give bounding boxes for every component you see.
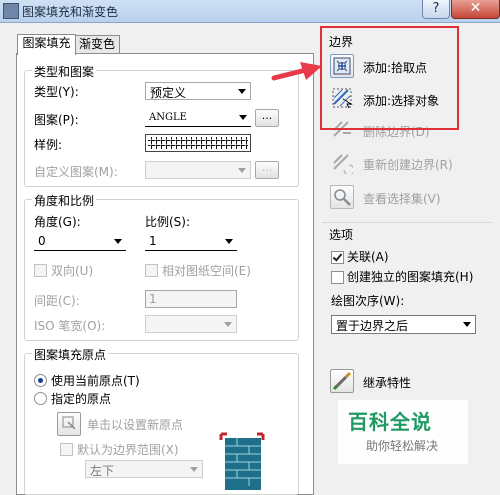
extent-position-select[interactable]: 左下 [85,460,203,478]
custom-pattern-label: 自定义图案(M): [34,165,118,179]
chevron-down-icon [225,239,233,244]
type-select[interactable]: 预定义 [145,82,251,100]
angle-scale-group-title: 角度和比例 [32,192,97,209]
associative-checkbox[interactable] [331,251,344,264]
iso-pen-width-label: ISO 笔宽(O): [34,319,106,333]
recreate-boundary-label[interactable]: 重新创建边界(R) [363,156,453,173]
recreate-boundary-icon [333,154,355,176]
use-current-origin-radio[interactable] [34,374,47,387]
watermark-title: 百科全说 [348,410,432,434]
recreate-boundary-button[interactable] [330,151,355,176]
pattern-label: 图案(P): [34,113,79,127]
draw-order-label: 绘图次序(W): [331,294,405,308]
custom-pattern-select[interactable] [145,161,251,179]
watermark: 百科全说 助你轻松解决 [338,400,468,464]
scale-label: 比例(S): [145,215,191,229]
origin-group: 图案填充原点 使用当前原点(T) 指定的原点 单击以设置新原点 默认为边界范围(… [24,346,299,495]
angle-label: 角度(G): [34,215,81,229]
scale-select-value: 1 [149,234,157,248]
close-button[interactable]: ✕ [451,0,500,19]
chevron-down-icon [463,322,471,327]
set-origin-button[interactable] [57,412,81,436]
type-select-value: 预定义 [150,86,187,100]
pattern-swatch[interactable] [145,134,251,152]
magnifier-icon [334,189,351,206]
angle-scale-group: 角度和比例 角度(G): 0 比例(S): 1 双向(U) 相对图纸空间(E) … [24,192,299,341]
type-pattern-group-title: 类型和图案 [32,63,97,80]
divider [322,222,492,223]
specified-origin-radio[interactable] [34,392,47,405]
tab-gradient[interactable]: 渐变色 [74,35,120,54]
chevron-down-icon [190,467,198,472]
angle-select[interactable]: 0 [34,233,126,251]
window-title: 图案填充和渐变色 [22,5,119,19]
scale-select[interactable]: 1 [145,233,237,251]
relative-paperspace-checkbox[interactable] [145,264,158,277]
draw-order-value: 置于边界之后 [336,319,409,333]
swatch-label: 样例: [34,138,63,152]
set-origin-label: 单击以设置新原点 [87,418,184,432]
watermark-subtitle: 助你轻松解决 [366,439,439,453]
app-icon [3,3,19,19]
angle-select-value: 0 [38,234,46,248]
spacing-label: 间距(C): [34,294,80,308]
chevron-down-icon [114,239,122,244]
default-extent-checkbox[interactable] [60,443,73,456]
spacing-input[interactable]: 1 [145,290,237,308]
specified-origin-label: 指定的原点 [51,392,112,406]
chevron-down-icon [239,115,247,120]
type-pattern-group: 类型和图案 类型(Y): 预定义 图案(P): ANGLE ... 样例: 自定… [24,63,299,187]
angle-pattern-preview [148,137,248,149]
type-label: 类型(Y): [34,85,79,99]
view-selections-label[interactable]: 查看选择集(V) [363,190,441,207]
use-current-origin-label: 使用当前原点(T) [51,374,140,388]
draw-order-select[interactable]: 置于边界之后 [331,315,476,334]
brick-origin-preview [219,432,265,490]
chevron-down-icon [224,322,232,327]
double-label: 双向(U) [51,264,94,278]
iso-pen-width-select[interactable] [145,315,237,333]
extent-position-value: 左下 [90,464,115,478]
inherit-properties-label[interactable]: 继承特性 [363,374,411,391]
independent-hatch-label: 创建独立的图案填充(H) [347,270,474,284]
origin-group-title: 图案填充原点 [32,346,109,363]
relative-paperspace-label: 相对图纸空间(E) [162,264,251,278]
tab-hatch[interactable]: 图案填充 [17,34,76,55]
associative-label: 关联(A) [347,250,389,264]
double-checkbox[interactable] [34,264,47,277]
pick-point-icon [62,416,76,430]
annotation-arrow [270,60,326,87]
chevron-down-icon [238,89,246,94]
inherit-properties-button[interactable] [330,369,354,393]
help-button[interactable]: ? [422,0,450,19]
independent-hatch-checkbox[interactable] [331,271,344,284]
view-selections-button[interactable] [330,185,354,209]
highlight-box [320,26,459,130]
pattern-select-value: ANGLE [149,112,187,123]
pattern-browse-button[interactable]: ... [255,109,279,127]
custom-pattern-browse-button[interactable]: ... [255,161,279,179]
pattern-select[interactable]: ANGLE [145,109,251,127]
options-group-title: 选项 [329,228,354,242]
default-extent-label: 默认为边界范围(X) [77,443,179,457]
chevron-down-icon [238,168,246,173]
arrow-icon [271,62,322,81]
paintbrush-icon [332,371,352,391]
